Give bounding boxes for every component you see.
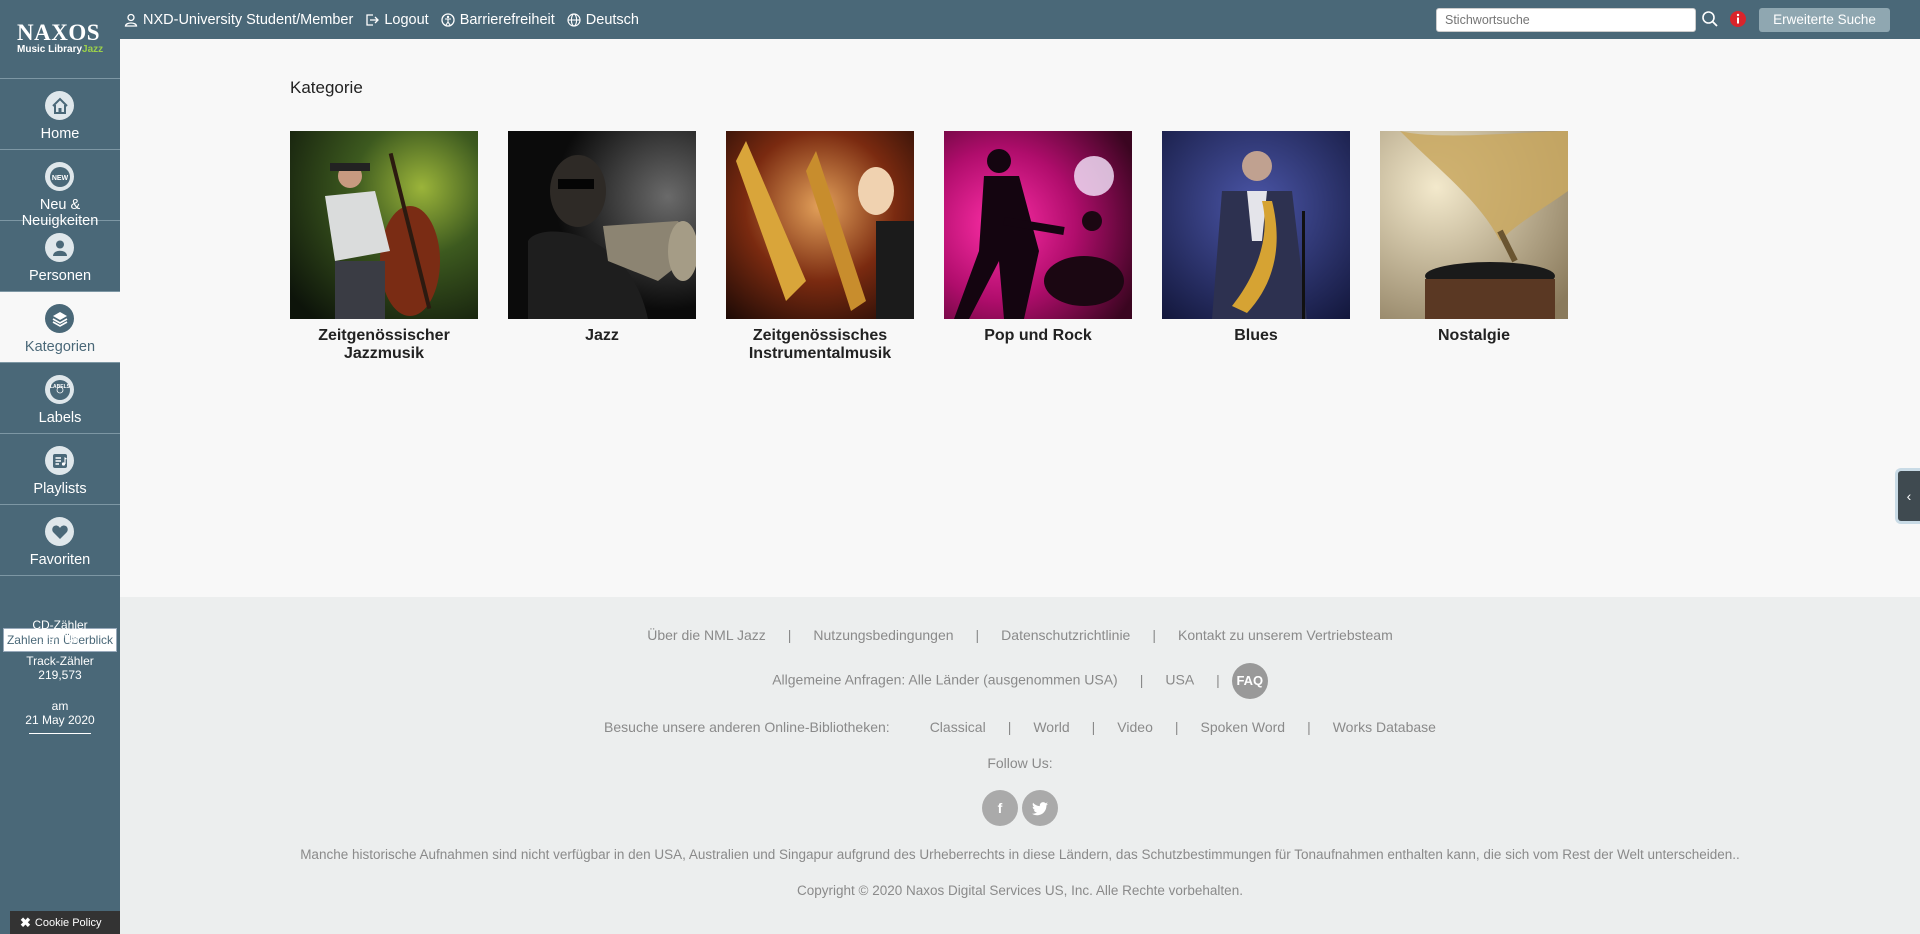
category-name[interactable]: Nostalgie: [1380, 327, 1568, 345]
category-name[interactable]: Pop und Rock: [944, 327, 1132, 345]
footer-link-usa[interactable]: USA: [1165, 672, 1194, 688]
footer-separator: |: [787, 627, 792, 643]
person-icon: [45, 233, 74, 262]
category-image[interactable]: [726, 131, 914, 319]
category-card[interactable]: Jazz: [508, 131, 696, 345]
footer-separator: |: [1307, 719, 1311, 735]
footer-separator: |: [1174, 719, 1179, 735]
sidebar-item-favoriten[interactable]: Favoriten: [0, 505, 120, 576]
svg-text:NEW: NEW: [51, 175, 68, 182]
stats-date-value: 21 May 2020: [25, 713, 95, 727]
sidebar-item-labels[interactable]: LABELS Labels: [0, 363, 120, 434]
social-links: f: [120, 790, 1920, 826]
category-card[interactable]: Pop und Rock: [944, 131, 1132, 345]
footer-link-works-database[interactable]: Works Database: [1333, 719, 1436, 735]
footer-link-video[interactable]: Video: [1117, 719, 1153, 735]
footer-separator: |: [1152, 627, 1156, 643]
search-icon[interactable]: [1701, 10, 1719, 28]
stats-divider: [29, 733, 91, 734]
faq-button[interactable]: FAQ: [1231, 663, 1268, 699]
footer-separator: |: [1139, 671, 1144, 688]
footer-separator: |: [1007, 719, 1012, 735]
twitter-icon[interactable]: [1022, 790, 1058, 826]
category-name[interactable]: Jazz: [508, 327, 696, 345]
stats-date-label: am: [51, 699, 69, 713]
footer-inquiries-row: Allgemeine Anfragen: Alle Länder (ausgen…: [120, 663, 1920, 699]
category-card[interactable]: Nostalgie: [1380, 131, 1568, 345]
track-counter-value: 219,573: [38, 668, 82, 682]
user-name: NXD-University Student/Member: [143, 11, 354, 28]
chevron-left-icon: ‹: [1906, 488, 1912, 504]
footer-disclaimer: Manche historische Aufnahmen sind nicht …: [300, 847, 1740, 862]
category-name[interactable]: Zeitgenössischer Jazzmusik: [290, 327, 478, 363]
facebook-icon[interactable]: f: [982, 790, 1018, 826]
sidebar-item-playlists[interactable]: Playlists: [0, 434, 120, 505]
sidebar: Home NEW Neu & Neuigkeiten Personen Kate…: [0, 39, 120, 934]
category-image[interactable]: [1380, 131, 1568, 319]
labels-icon: LABELS: [45, 375, 74, 404]
cookie-policy-button[interactable]: ✖ Cookie Policy: [10, 911, 120, 934]
cookie-icon: ✖: [20, 914, 31, 930]
cd-counter-label: CD-Zähler: [32, 618, 88, 632]
accessibility-icon: [441, 12, 455, 27]
globe-icon: [567, 12, 581, 27]
sidebar-nav: Home NEW Neu & Neuigkeiten Personen Kate…: [0, 79, 120, 576]
track-counter-label: Track-Zähler: [26, 654, 94, 668]
category-image[interactable]: [944, 131, 1132, 319]
footer-separator: |: [975, 627, 980, 643]
home-icon: [45, 91, 74, 120]
collapse-panel-tab[interactable]: ‹: [1895, 468, 1920, 524]
logout-link[interactable]: Logout: [365, 12, 429, 28]
info-icon[interactable]: [1729, 10, 1747, 28]
cd-counter-value: 19,248: [41, 632, 79, 646]
category-image[interactable]: [1162, 131, 1350, 319]
footer-separator: |: [1091, 719, 1096, 735]
logo-subtitle: Music LibraryJazz: [17, 44, 104, 55]
follow-us-label: Follow Us:: [987, 755, 1053, 771]
logout-icon: [366, 13, 380, 26]
footer-copyright: Copyright © 2020 Naxos Digital Services …: [797, 883, 1243, 898]
footer-link-about[interactable]: Über die NML Jazz: [647, 627, 766, 643]
user-account-link[interactable]: NXD-University Student/Member: [124, 12, 353, 28]
footer-links-row: Über die NML Jazz | Nutzungsbedingungen | Da…: [120, 627, 1920, 643]
footer-link-general-inquiries[interactable]: Allgemeine Anfragen: Alle Länder (ausgen…: [772, 672, 1118, 688]
sidebar-item-personen[interactable]: Personen: [0, 221, 120, 292]
accessibility-link[interactable]: Barrierefreiheit: [441, 12, 555, 28]
category-card[interactable]: Zeitgenössischer Jazzmusik: [290, 131, 478, 363]
footer-libraries-label: Besuche unsere anderen Online-Bibliothek…: [604, 719, 890, 735]
language-selector[interactable]: Deutsch: [567, 12, 639, 28]
playlist-icon: [45, 446, 74, 475]
footer-link-spoken-word[interactable]: Spoken Word: [1201, 719, 1286, 735]
footer-link-classical[interactable]: Classical: [930, 719, 986, 735]
category-card[interactable]: Zeitgenössisches Instrumentalmusik: [726, 131, 914, 363]
user-icon: [124, 13, 138, 27]
layers-icon: [45, 304, 74, 333]
category-name[interactable]: Zeitgenössisches Instrumentalmusik: [726, 327, 914, 363]
footer-link-contact[interactable]: Kontakt zu unserem Vertriebsteam: [1178, 627, 1393, 643]
top-nav: NXD-University Student/Member Logout Bar…: [124, 0, 651, 39]
category-card[interactable]: Blues: [1162, 131, 1350, 345]
advanced-search-button[interactable]: Erweiterte Suche: [1759, 8, 1890, 32]
footer-link-privacy[interactable]: Datenschutzrichtlinie: [1001, 627, 1130, 643]
logo-text: NAXOS: [17, 20, 101, 45]
footer: Über die NML Jazz | Nutzungsbedingungen | Da…: [120, 597, 1920, 934]
category-image[interactable]: [290, 131, 478, 319]
naxos-logo[interactable]: NAXOS Music LibraryJazz: [0, 0, 120, 79]
footer-separator: |: [1216, 671, 1220, 688]
footer-libraries-row: Besuche unsere anderen Online-Bibliothek…: [120, 719, 1920, 735]
search-input[interactable]: [1436, 8, 1696, 32]
heart-icon: [45, 517, 74, 546]
new-icon: NEW: [45, 162, 74, 191]
footer-link-world[interactable]: World: [1033, 719, 1069, 735]
sidebar-item-kategorien[interactable]: Kategorien: [0, 292, 120, 363]
svg-text:LABELS: LABELS: [50, 384, 71, 390]
sidebar-item-new[interactable]: NEW Neu & Neuigkeiten: [0, 150, 120, 229]
page-title: Kategorie: [290, 78, 363, 97]
footer-link-terms[interactable]: Nutzungsbedingungen: [813, 627, 953, 643]
category-name[interactable]: Blues: [1162, 327, 1350, 345]
sidebar-item-home[interactable]: Home: [0, 79, 120, 150]
category-image[interactable]: [508, 131, 696, 319]
